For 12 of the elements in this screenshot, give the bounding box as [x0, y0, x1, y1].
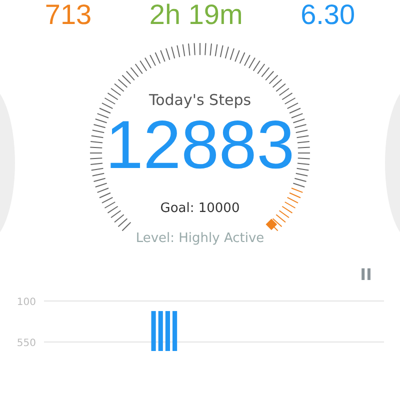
- goal-text: Goal: 10000: [160, 200, 240, 216]
- gauge-marker: [266, 218, 278, 230]
- step-count: 12883: [105, 106, 295, 183]
- activity-level: Level: Highly Active: [136, 230, 264, 246]
- pause-button[interactable]: II: [356, 266, 376, 283]
- axis-label: 100: [16, 296, 36, 308]
- stat-value: 6.30: [300, 0, 356, 31]
- bar-chart-drawing: [151, 310, 178, 351]
- stat-value: 2h 19m: [149, 0, 243, 31]
- axis-label: 550: [16, 338, 36, 349]
- gauge-title: Today's Steps: [148, 90, 252, 109]
- stat-value: 713: [44, 0, 92, 31]
